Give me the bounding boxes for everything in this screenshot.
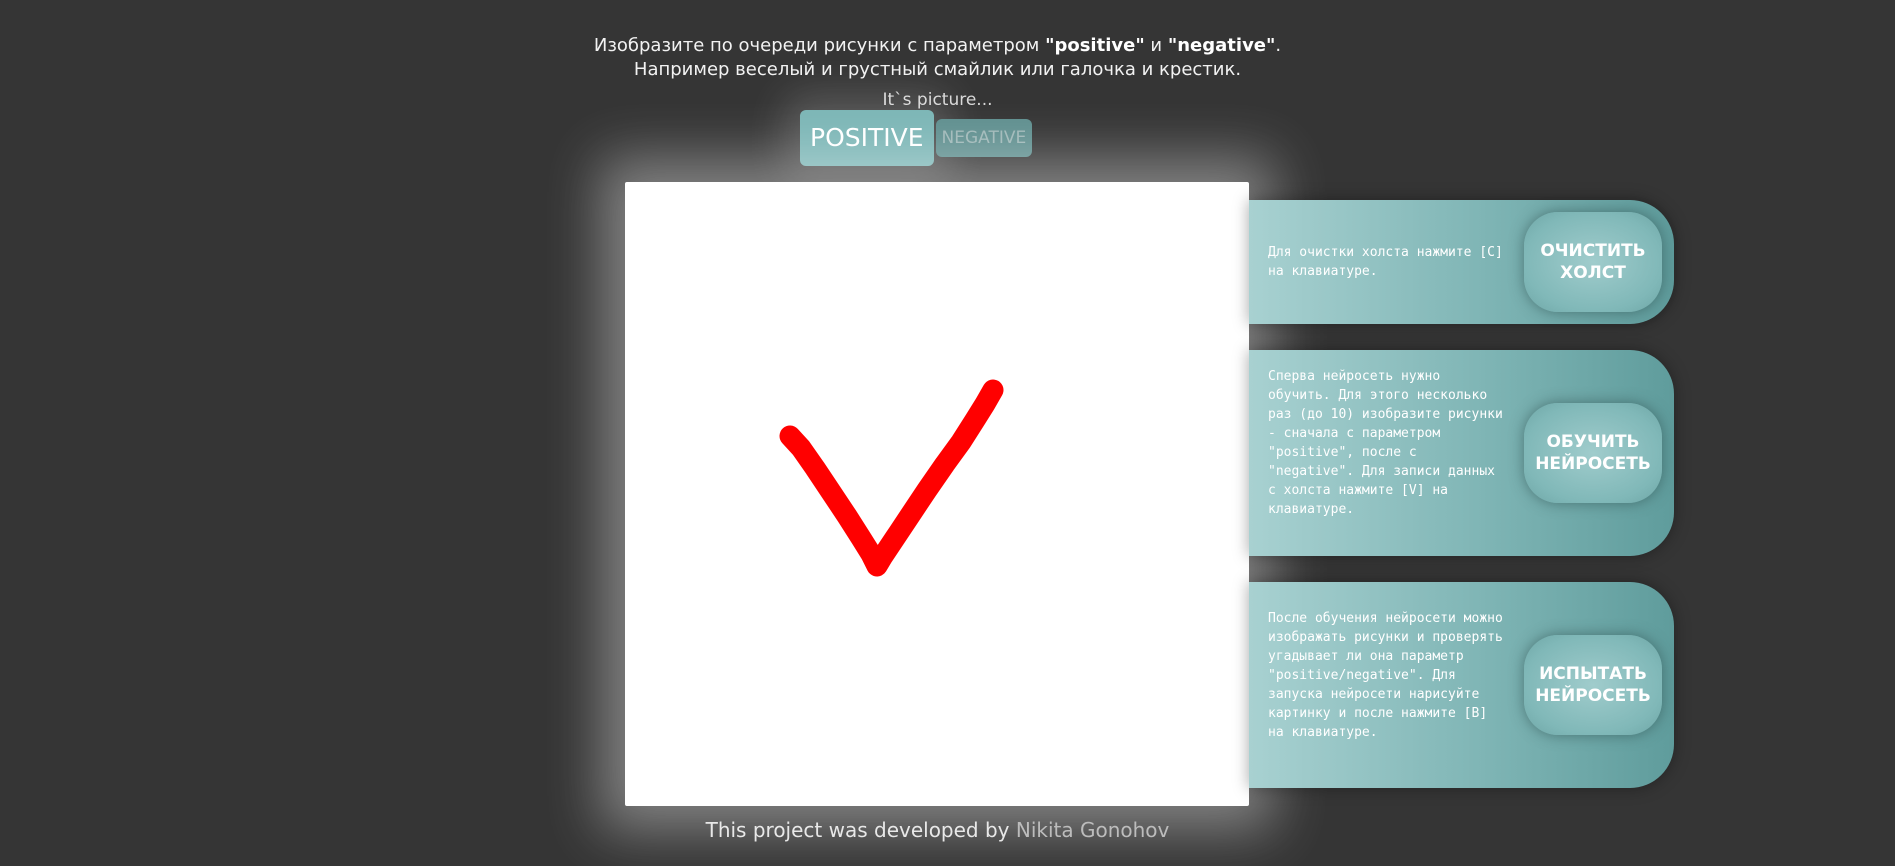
author-link[interactable]: Nikita Gonohov bbox=[1016, 818, 1170, 842]
drawing-surface[interactable] bbox=[625, 182, 1249, 806]
clear-canvas-button[interactable]: ОЧИСТИТЬ ХОЛСТ bbox=[1524, 212, 1662, 312]
mode-switch: POSITIVE NEGATIVE bbox=[800, 110, 1033, 166]
picture-label: It`s picture... bbox=[882, 90, 993, 110]
negative-keyword: "negative" bbox=[1167, 35, 1276, 56]
instructions: Изобразите по очереди рисунки с параметр… bbox=[0, 34, 1875, 82]
footer: This project was developed by Nikita Gon… bbox=[705, 818, 1170, 842]
instructions-line-2: Например веселый и грустный смайлик или … bbox=[633, 59, 1242, 80]
train-instructions: Сперва нейросеть нужно обучить. Для этог… bbox=[1268, 369, 1503, 517]
positive-mode-button[interactable]: POSITIVE bbox=[800, 110, 934, 166]
test-panel: После обучения нейросети можно изображат… bbox=[1249, 582, 1674, 788]
positive-keyword: "positive" bbox=[1045, 35, 1145, 56]
train-network-button[interactable]: ОБУЧИТЬ НЕЙРОСЕТЬ bbox=[1524, 403, 1662, 503]
negative-mode-button[interactable]: NEGATIVE bbox=[935, 119, 1033, 157]
checkmark-stroke bbox=[779, 379, 1004, 577]
test-instructions: После обучения нейросети можно изображат… bbox=[1268, 611, 1503, 740]
instructions-line-1: Изобразите по очереди рисунки с параметр… bbox=[593, 35, 1282, 56]
test-network-button[interactable]: ИСПЫТАТЬ НЕЙРОСЕТЬ bbox=[1524, 635, 1662, 735]
clear-panel: Для очистки холста нажмите [C] на клавиа… bbox=[1249, 200, 1674, 324]
clear-instructions: Для очистки холста нажмите [C] на клавиа… bbox=[1268, 245, 1503, 279]
drawing-canvas[interactable] bbox=[625, 182, 1249, 806]
train-panel: Сперва нейросеть нужно обучить. Для этог… bbox=[1249, 350, 1674, 556]
